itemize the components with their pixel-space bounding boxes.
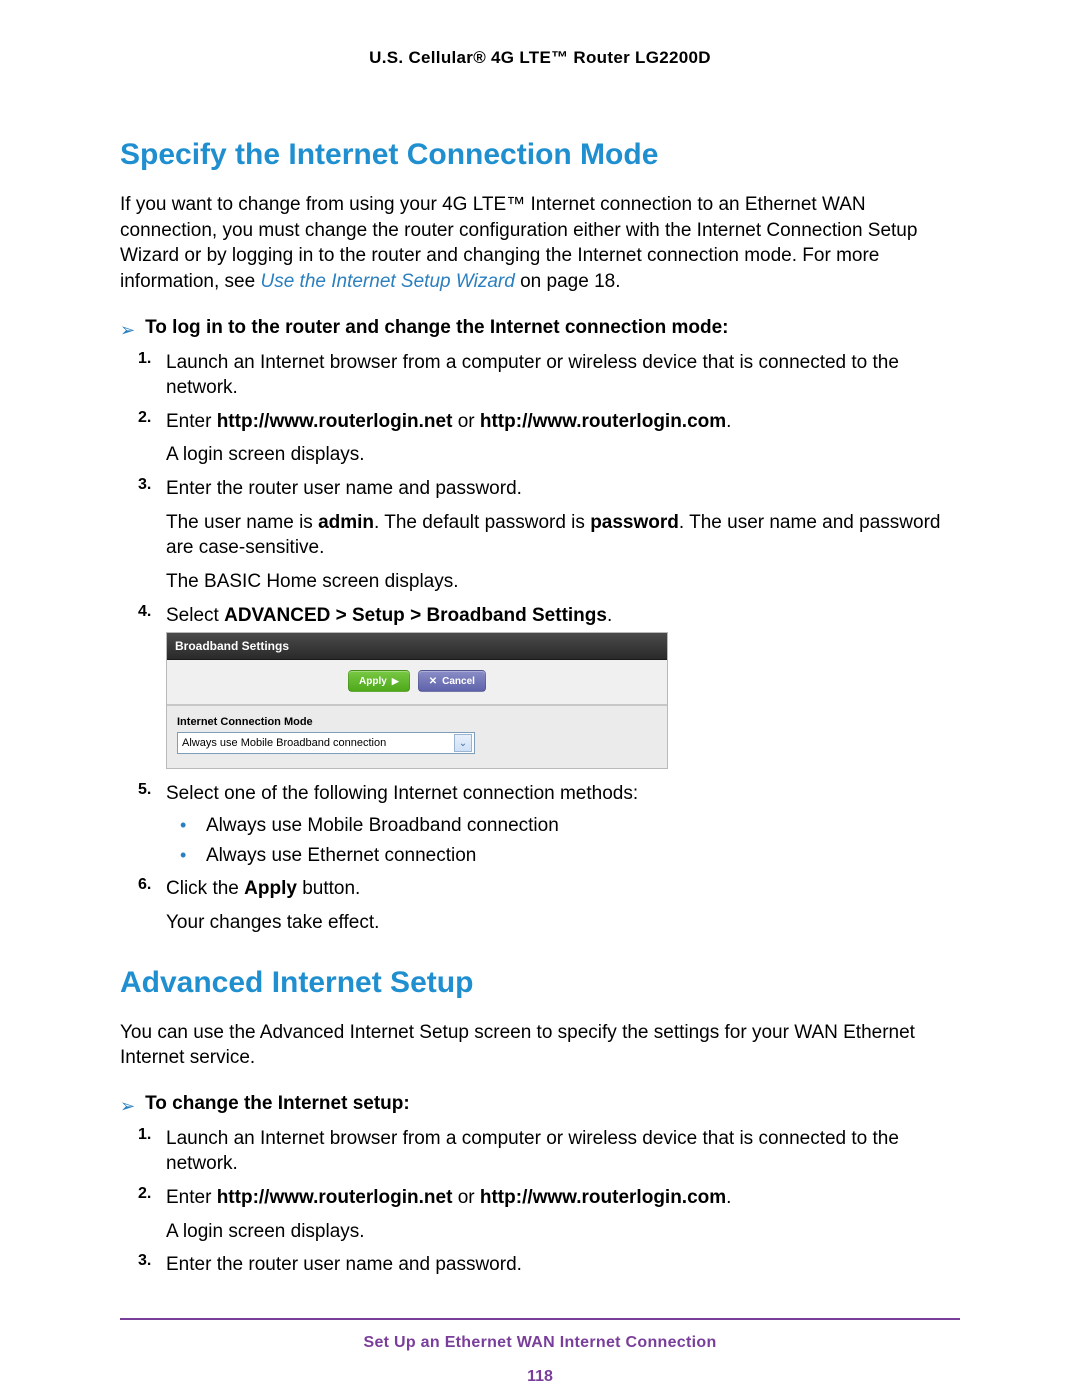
section-heading-advanced-setup: Advanced Internet Setup <box>120 966 960 1000</box>
step-a3: Enter the router user name and password. <box>166 476 960 502</box>
step-a5: Select one of the following Internet con… <box>166 781 960 807</box>
task-lead-text-b: To change the Internet setup: <box>145 1093 410 1115</box>
step-a6-sub: Your changes take effect. <box>166 910 960 936</box>
task-arrow-icon: ➢ <box>120 1094 135 1118</box>
page-number: 118 <box>120 1368 960 1386</box>
apply-button-label: Apply <box>359 676 387 687</box>
use-internet-setup-wizard-link[interactable]: Use the Internet Setup Wizard <box>260 271 514 292</box>
task-lead-a: ➢ To log in to the router and change the… <box>120 317 960 342</box>
step-b2: Enter http://www.routerlogin.net or http… <box>166 1185 960 1211</box>
step-a3-sub1: The user name is admin. The default pass… <box>166 510 960 561</box>
panel-titlebar: Broadband Settings <box>167 633 667 660</box>
page-footer: Set Up an Ethernet WAN Internet Connecti… <box>120 1334 960 1386</box>
step-a6: Click the Apply button. <box>166 876 960 902</box>
panel-form: Internet Connection Mode Always use Mobi… <box>167 706 667 768</box>
step-a2: Enter http://www.routerlogin.net or http… <box>166 409 960 435</box>
task-lead-text: To log in to the router and change the I… <box>145 317 728 339</box>
cancel-button[interactable]: ✕ Cancel <box>418 670 486 692</box>
page-header: U.S. Cellular® 4G LTE™ Router LG2200D <box>120 48 960 68</box>
steps-list-b: Launch an Internet browser from a comput… <box>120 1126 960 1278</box>
select-value: Always use Mobile Broadband connection <box>182 737 386 749</box>
broadband-settings-panel: Broadband Settings Apply ▶ ✕ Cancel Inte… <box>166 632 668 769</box>
method-ethernet: Always use Ethernet connection <box>166 843 960 869</box>
panel-button-row: Apply ▶ ✕ Cancel <box>167 660 667 706</box>
apply-button[interactable]: Apply ▶ <box>348 670 410 692</box>
intro-paragraph-b: You can use the Advanced Internet Setup … <box>120 1020 960 1071</box>
steps-list-a: Launch an Internet browser from a comput… <box>120 350 960 936</box>
step-a3-sub2: The BASIC Home screen displays. <box>166 569 960 595</box>
connection-methods-list: Always use Mobile Broadband connection A… <box>166 813 960 868</box>
chevron-down-icon: ⌄ <box>454 734 472 752</box>
document-page: U.S. Cellular® 4G LTE™ Router LG2200D Sp… <box>0 0 1080 1397</box>
play-icon: ▶ <box>392 676 399 687</box>
step-b3: Enter the router user name and password. <box>166 1252 960 1278</box>
step-a2-sub: A login screen displays. <box>166 442 960 468</box>
method-mobile-broadband: Always use Mobile Broadband connection <box>166 813 960 839</box>
step-a4: Select ADVANCED > Setup > Broadband Sett… <box>166 603 960 629</box>
footer-title: Set Up an Ethernet WAN Internet Connecti… <box>120 1334 960 1352</box>
step-a1: Launch an Internet browser from a comput… <box>166 350 960 401</box>
task-lead-b: ➢ To change the Internet setup: <box>120 1093 960 1118</box>
close-icon: ✕ <box>429 676 437 687</box>
step-b2-sub: A login screen displays. <box>166 1219 960 1245</box>
footer-divider <box>120 1318 960 1320</box>
internet-connection-mode-select[interactable]: Always use Mobile Broadband connection ⌄ <box>177 732 475 754</box>
intro-text-post: on page 18. <box>515 271 621 292</box>
task-arrow-icon: ➢ <box>120 318 135 342</box>
intro-paragraph: If you want to change from using your 4G… <box>120 192 960 295</box>
internet-connection-mode-label: Internet Connection Mode <box>177 716 657 728</box>
step-b1: Launch an Internet browser from a comput… <box>166 1126 960 1177</box>
section-heading-connection-mode: Specify the Internet Connection Mode <box>120 138 960 172</box>
cancel-button-label: Cancel <box>442 676 475 687</box>
